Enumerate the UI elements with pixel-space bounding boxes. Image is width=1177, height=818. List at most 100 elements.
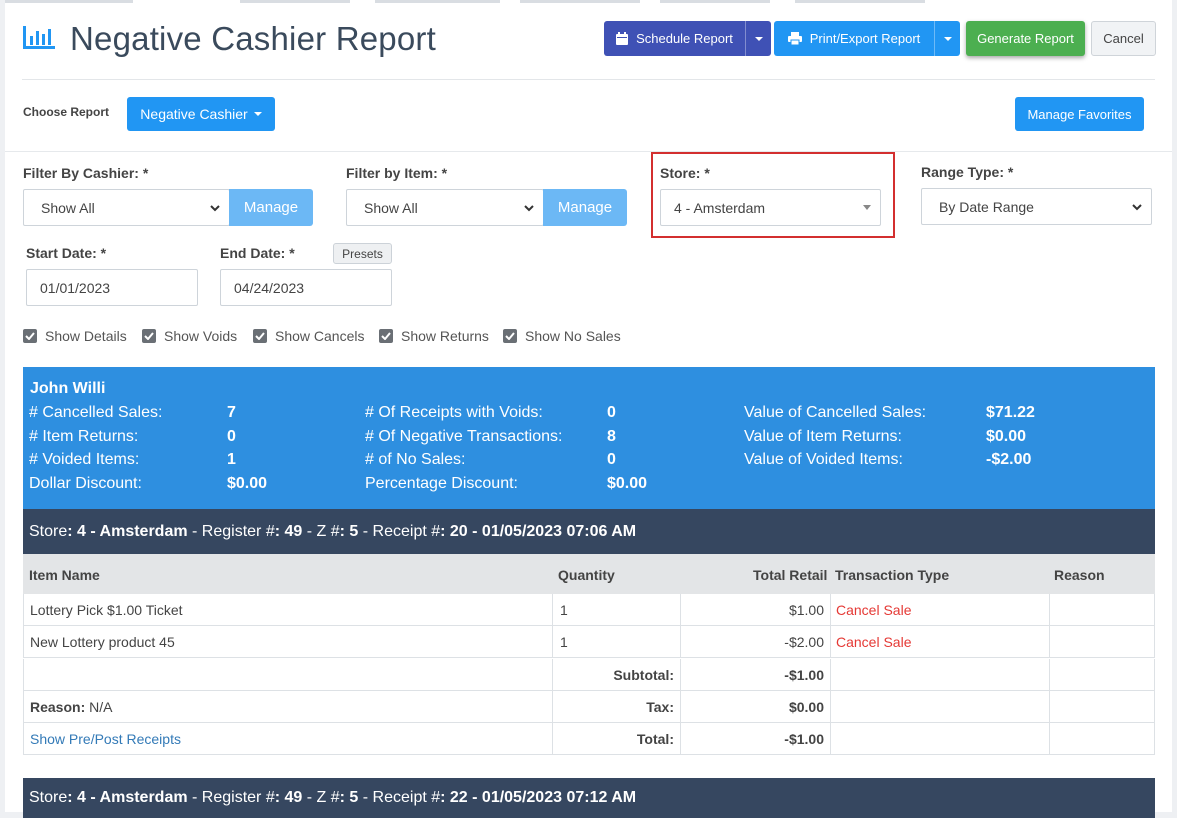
- total-value: -$1.00: [681, 723, 831, 755]
- table-header: Item Name Quantity Total Retail Transact…: [23, 554, 1155, 594]
- receipt-register: : 49: [274, 789, 303, 806]
- page-title: Negative Cashier Report: [70, 20, 436, 57]
- empty-cell: [831, 659, 1050, 691]
- filter-cashier-label: Filter By Cashier: *: [23, 165, 149, 181]
- chevron-down-icon: [1132, 204, 1142, 211]
- show-no-sales-checkbox[interactable]: Show No Sales: [503, 328, 621, 344]
- table-row: New Lottery product 45 1 -$2.00 Cancel S…: [23, 626, 1155, 658]
- empty-cell: [1050, 723, 1155, 755]
- show-voids-checkbox[interactable]: Show Voids: [142, 328, 237, 344]
- cashier-select[interactable]: Show All: [23, 189, 230, 226]
- checkbox-checked-icon: [23, 329, 37, 343]
- value-cancelled-value: $71.22: [986, 404, 1035, 421]
- range-type-label: Range Type: *: [921, 164, 1014, 180]
- value-cancelled-label: Value of Cancelled Sales:: [744, 404, 927, 421]
- total-row: Show Pre/Post Receipts Total: -$1.00: [23, 723, 1155, 755]
- schedule-report-label: Schedule Report: [636, 31, 733, 46]
- receipt-store: : 4 - Amsterdam: [67, 789, 188, 806]
- cancel-button[interactable]: Cancel: [1091, 21, 1156, 56]
- choose-report-value: Negative Cashier: [140, 106, 248, 122]
- item-total-retail: -$2.00: [681, 626, 831, 658]
- show-pre-post-receipts-link[interactable]: Show Pre/Post Receipts: [23, 723, 553, 755]
- receipt-register: : 49: [274, 522, 303, 540]
- dollar-discount-label: Dollar Discount:: [29, 475, 142, 492]
- item-select[interactable]: Show All: [346, 189, 544, 226]
- chevron-down-icon: [210, 205, 220, 212]
- reason-cell: Reason: N/A: [23, 691, 553, 723]
- store-label: Store: *: [660, 165, 710, 181]
- receipt-z: : 5: [339, 522, 359, 540]
- start-date-input[interactable]: 01/01/2023: [26, 269, 198, 306]
- divider: [22, 79, 1155, 80]
- item-select-value: Show All: [364, 199, 418, 216]
- checkbox-checked-icon: [253, 329, 267, 343]
- receipt-number: : 22 - 01/05/2023 07:12 AM: [440, 789, 637, 806]
- chevron-down-icon: [524, 205, 534, 212]
- show-returns-checkbox[interactable]: Show Returns: [379, 328, 489, 344]
- top-tab-strip: [5, 0, 1172, 3]
- transaction-type: Cancel Sale: [831, 626, 1050, 658]
- reason-value: N/A: [85, 699, 113, 715]
- col-quantity: Quantity: [558, 567, 615, 583]
- schedule-dropdown-toggle[interactable]: [745, 21, 771, 56]
- table-row: Lottery Pick $1.00 Ticket 1 $1.00 Cancel…: [23, 594, 1155, 626]
- total-label: Total:: [553, 723, 681, 755]
- cashier-summary: John Willi # Cancelled Sales: 7 # Item R…: [23, 367, 1155, 509]
- show-cancels-label: Show Cancels: [275, 328, 365, 344]
- receipt-z-prefix: - Z #: [302, 522, 340, 540]
- choose-report-dropdown[interactable]: Negative Cashier: [127, 97, 275, 131]
- manage-favorites-button[interactable]: Manage Favorites: [1015, 97, 1144, 131]
- col-transaction-type: Transaction Type: [835, 567, 950, 583]
- presets-button[interactable]: Presets: [333, 243, 392, 264]
- col-total-retail: Total Retail: [753, 567, 828, 583]
- end-date-label: End Date: *: [220, 245, 295, 261]
- receipt-z-prefix: - Z #: [302, 789, 340, 806]
- receipt-store: : 4 - Amsterdam: [67, 522, 188, 540]
- cashier-select-value: Show All: [41, 199, 95, 216]
- receipt-number-prefix: - Receipt #: [358, 522, 441, 540]
- print-export-button[interactable]: Print/Export Report: [774, 21, 960, 56]
- manage-item-button[interactable]: Manage: [543, 189, 627, 226]
- subtotal-row: Subtotal: -$1.00: [23, 659, 1155, 691]
- col-item-name: Item Name: [29, 567, 100, 583]
- dollar-discount-value: $0.00: [227, 475, 268, 492]
- store-select-value: 4 - Amsterdam: [674, 199, 766, 216]
- schedule-report-button[interactable]: Schedule Report: [604, 21, 771, 56]
- show-details-checkbox[interactable]: Show Details: [23, 328, 127, 344]
- receipt-number: : 20 - 01/05/2023 07:06 AM: [440, 522, 637, 540]
- voided-items-value: 1: [227, 451, 236, 468]
- checkbox-checked-icon: [379, 329, 393, 343]
- manage-cashier-button[interactable]: Manage: [229, 189, 313, 226]
- caret-down-icon: [943, 36, 952, 41]
- item-total-retail: $1.00: [681, 594, 831, 626]
- item-quantity: 1: [553, 594, 681, 626]
- reason-label: Reason:: [30, 699, 86, 715]
- checkbox-checked-icon: [142, 329, 156, 343]
- subtotal-value: -$1.00: [681, 659, 831, 691]
- receipts-voids-value: 0: [607, 404, 616, 421]
- filter-item-label: Filter by Item: *: [346, 165, 448, 181]
- item-returns-value: 0: [227, 428, 236, 445]
- receipt-store-prefix: Store: [29, 522, 68, 540]
- receipt-register-prefix: - Register #: [187, 522, 275, 540]
- transaction-type: Cancel Sale: [831, 594, 1050, 626]
- empty-cell: [1050, 691, 1155, 723]
- item-name: Lottery Pick $1.00 Ticket: [23, 594, 553, 626]
- tax-label: Tax:: [553, 691, 681, 723]
- bar-chart-icon: [23, 26, 55, 49]
- show-returns-label: Show Returns: [401, 328, 489, 344]
- end-date-input[interactable]: 04/24/2023: [220, 269, 392, 306]
- print-dropdown-toggle[interactable]: [934, 21, 960, 56]
- empty-cell: [831, 691, 1050, 723]
- range-type-select[interactable]: By Date Range: [921, 188, 1152, 225]
- show-cancels-checkbox[interactable]: Show Cancels: [253, 328, 365, 344]
- cashier-name: John Willi: [30, 380, 106, 397]
- store-select[interactable]: 4 - Amsterdam: [660, 189, 881, 226]
- receipt-store-prefix: Store: [29, 789, 68, 806]
- generate-report-button[interactable]: Generate Report: [966, 21, 1085, 56]
- no-sales-value: 0: [607, 451, 616, 468]
- item-reason: [1050, 626, 1155, 658]
- empty-cell: [831, 723, 1050, 755]
- negative-transactions-value: 8: [607, 428, 616, 445]
- calendar-icon: [616, 32, 629, 45]
